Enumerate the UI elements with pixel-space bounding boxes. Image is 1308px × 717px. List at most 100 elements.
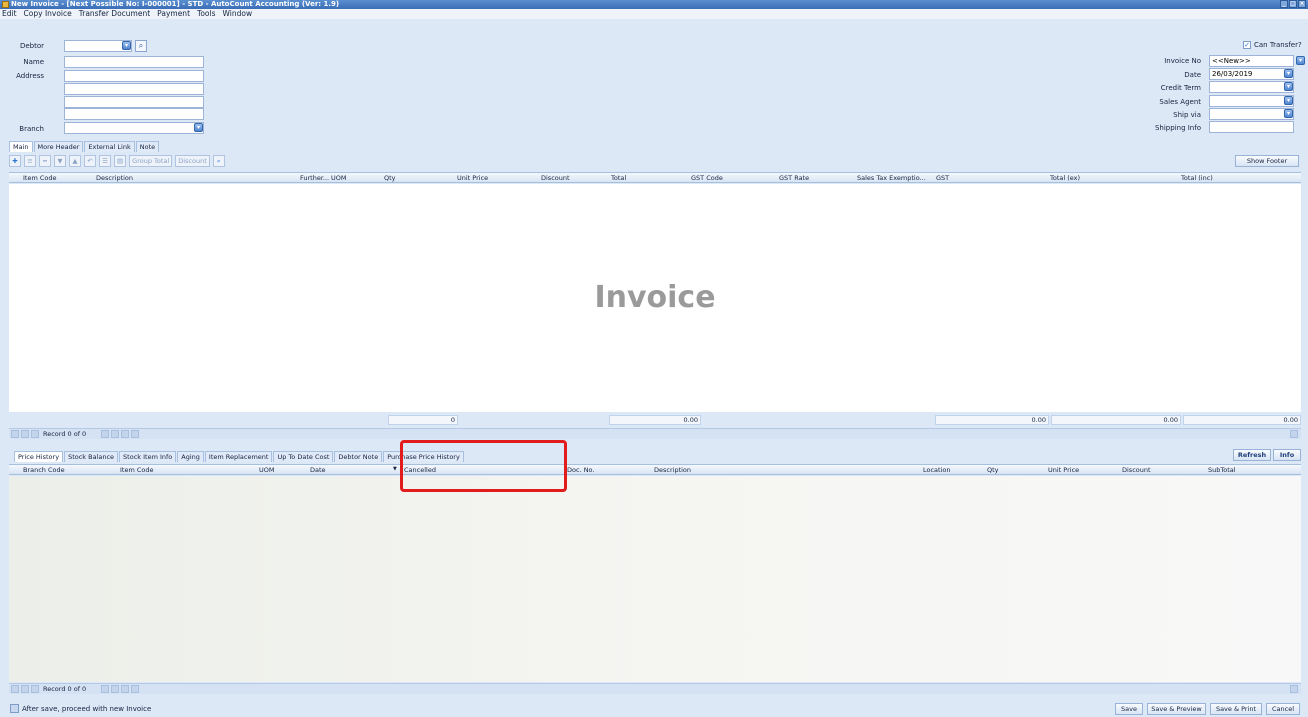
branch-input[interactable]	[64, 122, 204, 134]
col-total[interactable]: Total	[611, 174, 626, 182]
col-unit-price[interactable]: Unit Price	[457, 174, 488, 182]
name-input[interactable]	[64, 56, 204, 68]
sales-agent-dropdown-icon[interactable]: ▾	[1284, 96, 1293, 105]
date-dropdown-icon[interactable]: ▾	[1284, 69, 1293, 78]
invoice-no-dropdown-icon[interactable]: ▾	[1296, 56, 1305, 65]
menu-window[interactable]: Window	[223, 9, 253, 19]
group-total-button[interactable]: Group Total	[129, 155, 173, 167]
tab-stock-item-info[interactable]: Stock Item Info	[119, 451, 177, 462]
info-button[interactable]: Info	[1273, 449, 1301, 461]
list-icon[interactable]: ☰	[99, 155, 111, 167]
prev-record-icon[interactable]	[31, 430, 39, 438]
minimize-button[interactable]: _	[1280, 0, 1288, 8]
history-next-record-icon[interactable]	[101, 685, 109, 693]
menu-tools[interactable]: Tools	[197, 9, 215, 19]
save-print-button[interactable]: Save & Print	[1210, 703, 1262, 715]
date-input[interactable]: 26/03/2019	[1209, 68, 1294, 80]
address-line-3[interactable]	[64, 96, 204, 108]
move-up-icon[interactable]: ▲	[69, 155, 81, 167]
detail-icon[interactable]: ▤	[114, 155, 127, 167]
invoice-no-input[interactable]: <<New>>	[1209, 55, 1294, 67]
col-subtotal[interactable]: SubTotal	[1208, 466, 1236, 474]
save-preview-button[interactable]: Save & Preview	[1147, 703, 1206, 715]
credit-term-input[interactable]	[1209, 81, 1294, 93]
col-history-description[interactable]: Description	[654, 466, 691, 474]
col-location[interactable]: Location	[923, 466, 951, 474]
history-grid-body[interactable]	[9, 476, 1301, 682]
col-history-item-code[interactable]: Item Code	[120, 466, 154, 474]
menu-copy-invoice[interactable]: Copy Invoice	[24, 9, 72, 19]
col-discount[interactable]: Discount	[541, 174, 570, 182]
prev-page-icon[interactable]	[21, 430, 29, 438]
col-history-uom[interactable]: UOM	[259, 466, 274, 474]
undo-icon[interactable]: ↶	[84, 155, 96, 167]
col-date[interactable]: Date	[310, 466, 326, 474]
last-record-icon[interactable]	[121, 430, 129, 438]
delete-row-icon[interactable]: ━	[39, 155, 51, 167]
debtor-search-icon[interactable]: ⌕	[135, 40, 147, 52]
history-prev-record-icon[interactable]	[31, 685, 39, 693]
address-line-1[interactable]	[64, 70, 204, 82]
sales-agent-input[interactable]	[1209, 95, 1294, 107]
col-uom[interactable]: UOM	[331, 174, 346, 182]
col-further[interactable]: Further...	[300, 174, 329, 182]
history-prev-page-icon[interactable]	[21, 685, 29, 693]
move-down-icon[interactable]: ▼	[54, 155, 66, 167]
save-button[interactable]: Save	[1115, 703, 1143, 715]
col-history-unit-price[interactable]: Unit Price	[1048, 466, 1079, 474]
refresh-button[interactable]: Refresh	[1233, 449, 1271, 461]
credit-term-dropdown-icon[interactable]: ▾	[1284, 82, 1293, 91]
col-branch-code[interactable]: Branch Code	[23, 466, 65, 474]
tab-debtor-note[interactable]: Debtor Note	[334, 451, 383, 462]
tab-aging[interactable]: Aging	[177, 451, 204, 462]
col-total-ex[interactable]: Total (ex)	[1050, 174, 1080, 182]
debtor-dropdown-icon[interactable]: ▾	[122, 41, 131, 50]
item-search-icon[interactable]: ⌕	[212, 155, 225, 167]
scroll-left-icon[interactable]	[131, 430, 139, 438]
history-scroll-left-icon[interactable]	[131, 685, 139, 693]
col-item-code[interactable]: Item Code	[23, 174, 57, 182]
cancel-button[interactable]: Cancel	[1266, 703, 1300, 715]
can-transfer-checkbox[interactable]: ✓ Can Transfer?	[1243, 41, 1302, 49]
next-record-icon[interactable]	[101, 430, 109, 438]
menu-payment[interactable]: Payment	[157, 9, 190, 19]
tab-more-header[interactable]: More Header	[33, 141, 84, 152]
branch-dropdown-icon[interactable]: ▾	[194, 123, 203, 132]
col-history-qty[interactable]: Qty	[987, 466, 999, 474]
tab-main[interactable]: Main	[9, 141, 33, 152]
ship-via-input[interactable]	[1209, 108, 1294, 120]
maximize-button[interactable]: □	[1289, 0, 1297, 8]
history-first-record-icon[interactable]	[11, 685, 19, 693]
tab-external-link[interactable]: External Link	[84, 141, 135, 152]
insert-row-icon[interactable]: ≡	[24, 155, 36, 167]
history-next-page-icon[interactable]	[111, 685, 119, 693]
ship-via-dropdown-icon[interactable]: ▾	[1284, 109, 1293, 118]
next-page-icon[interactable]	[111, 430, 119, 438]
menu-transfer-document[interactable]: Transfer Document	[79, 9, 150, 19]
col-gst[interactable]: GST	[936, 174, 949, 182]
menu-edit[interactable]: Edit	[2, 9, 17, 19]
scroll-right-icon[interactable]	[1290, 430, 1298, 438]
tab-up-to-date-cost[interactable]: Up To Date Cost	[273, 451, 334, 462]
history-last-record-icon[interactable]	[121, 685, 129, 693]
col-doc-no[interactable]: Doc. No.	[567, 466, 594, 474]
tab-price-history[interactable]: Price History	[14, 451, 64, 462]
close-button[interactable]: ×	[1298, 0, 1306, 8]
tab-note[interactable]: Note	[135, 141, 160, 152]
after-save-checkbox[interactable]: After save, proceed with new Invoice	[10, 704, 151, 713]
col-gst-rate[interactable]: GST Rate	[779, 174, 809, 182]
tab-item-replacement[interactable]: Item Replacement	[204, 451, 273, 462]
col-qty[interactable]: Qty	[384, 174, 396, 182]
tab-stock-balance[interactable]: Stock Balance	[64, 451, 119, 462]
col-history-discount[interactable]: Discount	[1122, 466, 1151, 474]
shipping-info-input[interactable]	[1209, 121, 1294, 133]
address-line-2[interactable]	[64, 83, 204, 95]
col-description[interactable]: Description	[96, 174, 133, 182]
address-line-4[interactable]	[64, 108, 204, 120]
add-row-icon[interactable]: ✚	[9, 155, 21, 167]
col-gst-code[interactable]: GST Code	[691, 174, 723, 182]
first-record-icon[interactable]	[11, 430, 19, 438]
col-sales-tax-exemption[interactable]: Sales Tax Exemptio...	[857, 174, 926, 182]
discount-button[interactable]: Discount	[175, 155, 210, 167]
history-scroll-right-icon[interactable]	[1290, 685, 1298, 693]
